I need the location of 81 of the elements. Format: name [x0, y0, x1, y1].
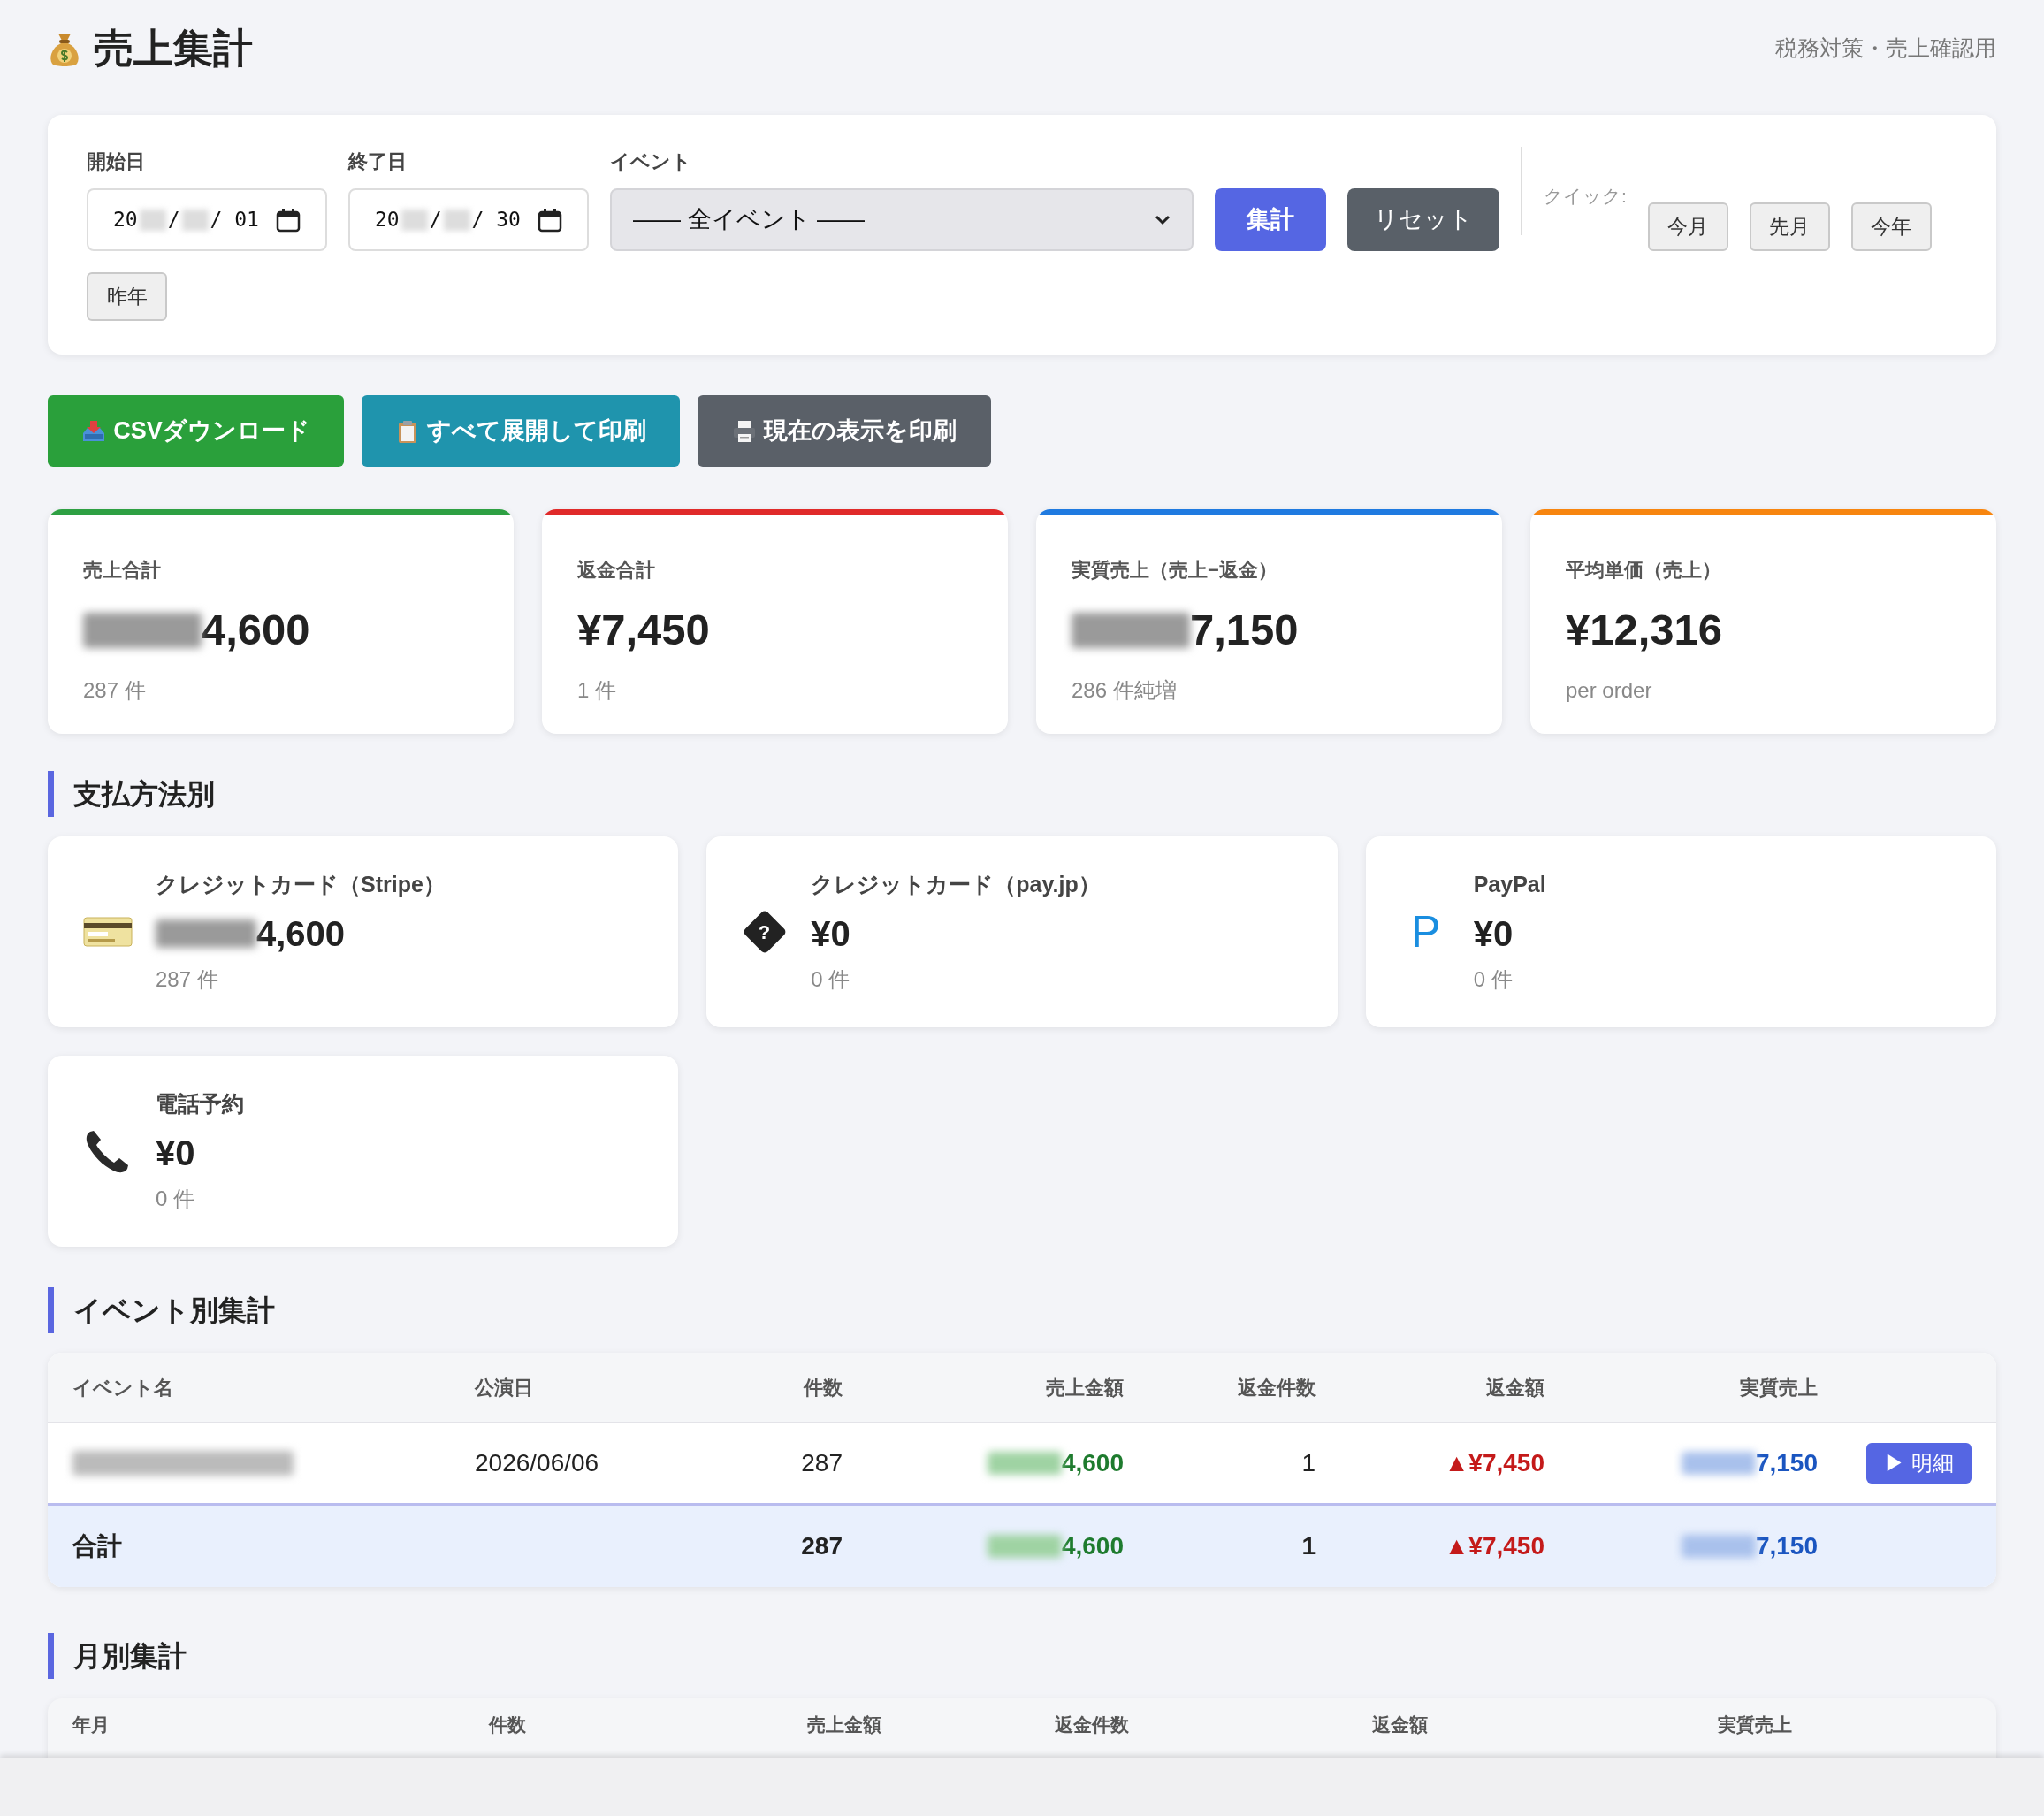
- section-title: 月別集計: [48, 1633, 1996, 1679]
- stat-value: ¥7,450: [577, 605, 710, 656]
- aggregate-button[interactable]: 集計: [1215, 188, 1326, 251]
- stat-value: 7,150: [1190, 605, 1299, 656]
- blurred-text: [443, 209, 470, 231]
- quick-label: クイック:: [1544, 185, 1627, 208]
- chevron-down-icon: [1155, 214, 1171, 225]
- quick-range-button[interactable]: 先月: [1749, 202, 1830, 251]
- stat-subtext: 1 件: [577, 677, 617, 704]
- column-header: 件数: [804, 1376, 843, 1399]
- column-header: 実質売上: [1740, 1376, 1818, 1399]
- stat-subtext: 287 件: [83, 677, 147, 704]
- payment-method-name: クレジットカード（pay.jp）: [811, 871, 1101, 899]
- table-cell: 合計: [72, 1532, 122, 1560]
- payment-count: 287 件: [156, 965, 219, 993]
- inbox-tray-icon: [81, 418, 107, 444]
- table-cell-text: ▲¥7,450: [1444, 1448, 1544, 1478]
- table-cell: 1: [1301, 1449, 1316, 1476]
- payment-amount: ¥0: [811, 912, 850, 955]
- page-title: 売上集計: [94, 25, 253, 73]
- stat-label: 返金合計: [577, 558, 656, 583]
- column-header: 返金件数: [1055, 1714, 1129, 1735]
- reset-button[interactable]: リセット: [1347, 188, 1499, 251]
- date-field[interactable]: 20 / / 30: [348, 188, 589, 251]
- quick-range-button[interactable]: 今年: [1850, 202, 1932, 251]
- payment-method-name: 電話予約: [156, 1090, 244, 1118]
- column-header: 返金額: [1486, 1376, 1544, 1399]
- quick-range-button[interactable]: 昨年: [87, 272, 167, 321]
- stat-label: 実質売上（売上−返金）: [1072, 558, 1278, 583]
- stat-label: 平均単価（売上）: [1566, 558, 1722, 583]
- payment-count: 0 件: [1473, 965, 1514, 993]
- calendar-icon[interactable]: [538, 207, 562, 233]
- column-header: 実質売上: [1718, 1714, 1792, 1735]
- section-title: 支払方法別: [48, 771, 1996, 817]
- date-field[interactable]: 20 / / 01: [87, 188, 327, 251]
- expand-print-button[interactable]: すべて展開して印刷: [362, 395, 680, 467]
- payment-amount: ¥0: [1473, 912, 1514, 955]
- field-label: 終了日: [348, 149, 408, 174]
- column-header: 売上金額: [1046, 1376, 1124, 1399]
- credit-card-icon: [83, 916, 133, 948]
- table-cell-text: 4,600: [1061, 1448, 1124, 1478]
- column-header: 返金額: [1372, 1714, 1428, 1735]
- blurred-text: [139, 209, 166, 231]
- column-header: イベント名: [72, 1376, 173, 1399]
- payment-method-name: クレジットカード（Stripe）: [156, 871, 446, 899]
- column-header: 返金件数: [1238, 1376, 1316, 1399]
- stat-value: 4,600: [202, 605, 310, 656]
- paypal-icon: P: [1400, 910, 1451, 954]
- payment-method-name: PayPal: [1473, 871, 1546, 899]
- column-header: 件数: [489, 1714, 526, 1735]
- printer-icon: [732, 418, 757, 444]
- table-cell-text: 7,150: [1755, 1448, 1818, 1478]
- table-cell: 1: [1301, 1532, 1316, 1560]
- column-header: 売上金額: [807, 1714, 881, 1735]
- payment-count: 0 件: [811, 965, 851, 993]
- column-header: 年月: [72, 1714, 110, 1735]
- payment-count: 0 件: [156, 1185, 195, 1212]
- table-cell: 2026/06/06: [475, 1449, 599, 1476]
- event-select[interactable]: —— 全イベント ——: [610, 188, 1194, 251]
- table-cell: 287: [801, 1532, 843, 1560]
- stat-subtext: per order: [1566, 677, 1653, 704]
- blurred-text: [400, 209, 428, 231]
- payment-amount: ¥0: [156, 1132, 195, 1174]
- stat-label: 売上合計: [83, 558, 162, 583]
- detail-button[interactable]: ▶ 明細: [1866, 1443, 1972, 1484]
- table-cell-text: ▲¥7,450: [1444, 1531, 1544, 1561]
- print-button[interactable]: 現在の表示を印刷: [698, 395, 991, 467]
- blurred-text: [181, 209, 209, 231]
- calendar-icon[interactable]: [276, 207, 301, 233]
- field-label: イベント: [610, 149, 692, 174]
- table-cell-text: 4,600: [1061, 1531, 1124, 1561]
- page-subtitle: 税務対策・売上確認用: [1775, 34, 1996, 63]
- section-title: イベント別集計: [48, 1287, 1996, 1333]
- quick-range-button[interactable]: 今月: [1647, 202, 1728, 251]
- payment-amount: 4,600: [256, 912, 346, 955]
- table-cell: 287: [801, 1449, 843, 1476]
- column-header: 公演日: [475, 1376, 533, 1399]
- stat-value: ¥12,316: [1566, 605, 1723, 656]
- table-cell-text: 7,150: [1755, 1531, 1818, 1561]
- stat-subtext: 286 件純増: [1072, 677, 1178, 704]
- field-label: 開始日: [87, 149, 146, 174]
